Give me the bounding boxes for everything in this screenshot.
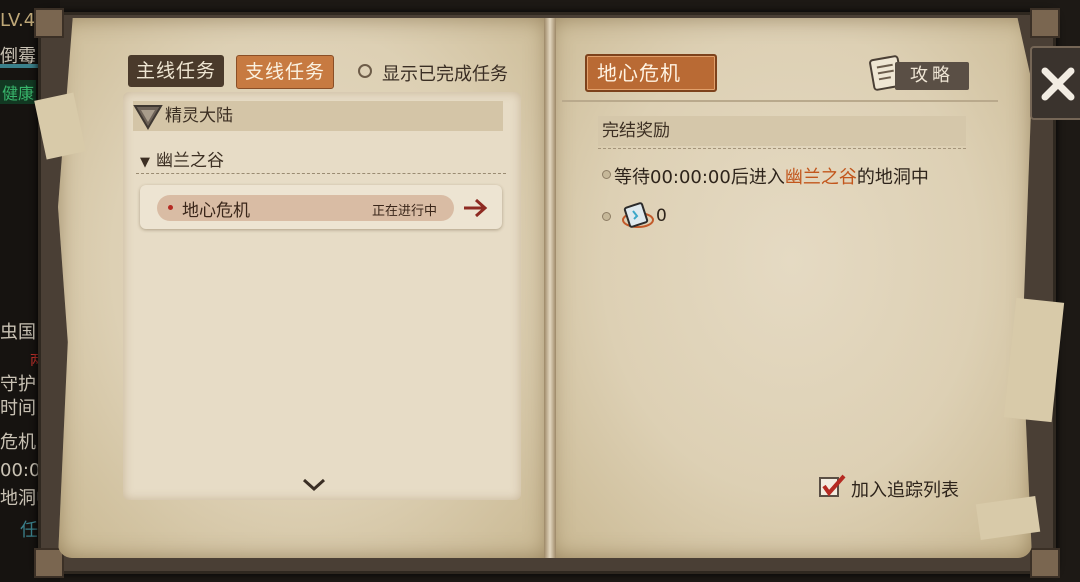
arrow-right-icon[interactable] — [462, 196, 490, 220]
right-page — [550, 18, 1032, 558]
track-label[interactable]: 加入追踪列表 — [851, 476, 959, 502]
hud-item: 虫国 — [0, 322, 36, 343]
guide-button[interactable]: 攻略 — [895, 62, 969, 90]
region-header[interactable]: 精灵大陆 — [133, 101, 503, 131]
hud-item: 危机 — [0, 432, 36, 453]
quest-bullet-icon — [168, 205, 173, 210]
book-corner — [34, 548, 64, 578]
hud-health-badge: 健康 — [0, 80, 37, 104]
bullet-icon — [602, 170, 611, 179]
hud-bar — [0, 64, 40, 68]
subregion-label: 幽兰之谷 — [156, 151, 224, 171]
book-corner — [1030, 548, 1060, 578]
quest-description: 等待00:00:00后进入幽兰之谷的地洞中 — [614, 163, 929, 189]
show-completed-label[interactable]: 显示已完成任务 — [382, 60, 508, 86]
bullet-icon — [602, 212, 611, 221]
divider — [598, 148, 966, 149]
description-text: 等待00:00:00后进入 — [614, 167, 785, 188]
checkbox-icon[interactable] — [818, 474, 846, 498]
divider — [136, 173, 506, 174]
book-corner — [1030, 8, 1060, 38]
reward-header: 完结奖励 — [598, 116, 966, 146]
quest-status: 正在进行中 — [372, 204, 438, 219]
hud-item: 00:0 — [0, 460, 41, 481]
quest-name: 地心危机 — [182, 201, 250, 221]
close-icon — [1041, 67, 1075, 101]
hud-item: 时间 — [0, 398, 36, 419]
description-text: 的地洞中 — [856, 167, 929, 188]
location-link: 幽兰之谷 — [784, 167, 857, 188]
quest-title: 地心危机 — [585, 54, 717, 92]
caret-down-icon: ▼ — [140, 155, 150, 170]
divider — [562, 100, 998, 102]
subregion-header[interactable]: ▼ 幽兰之谷 — [140, 146, 224, 171]
chevron-down-icon[interactable] — [300, 476, 328, 494]
tab-side-quests[interactable]: 支线任务 — [236, 55, 335, 89]
region-label: 精灵大陆 — [165, 106, 233, 126]
crystal-reward-icon[interactable] — [621, 202, 655, 230]
triangle-icon — [133, 105, 163, 130]
tab-main-quests[interactable]: 主线任务 — [128, 55, 225, 87]
book-spine — [544, 18, 556, 558]
book-corner — [34, 8, 64, 38]
reward-count: 0 — [656, 206, 667, 226]
close-button[interactable] — [1030, 46, 1080, 120]
show-completed-radio[interactable] — [358, 64, 372, 78]
hud-item: 守护 — [0, 374, 36, 395]
